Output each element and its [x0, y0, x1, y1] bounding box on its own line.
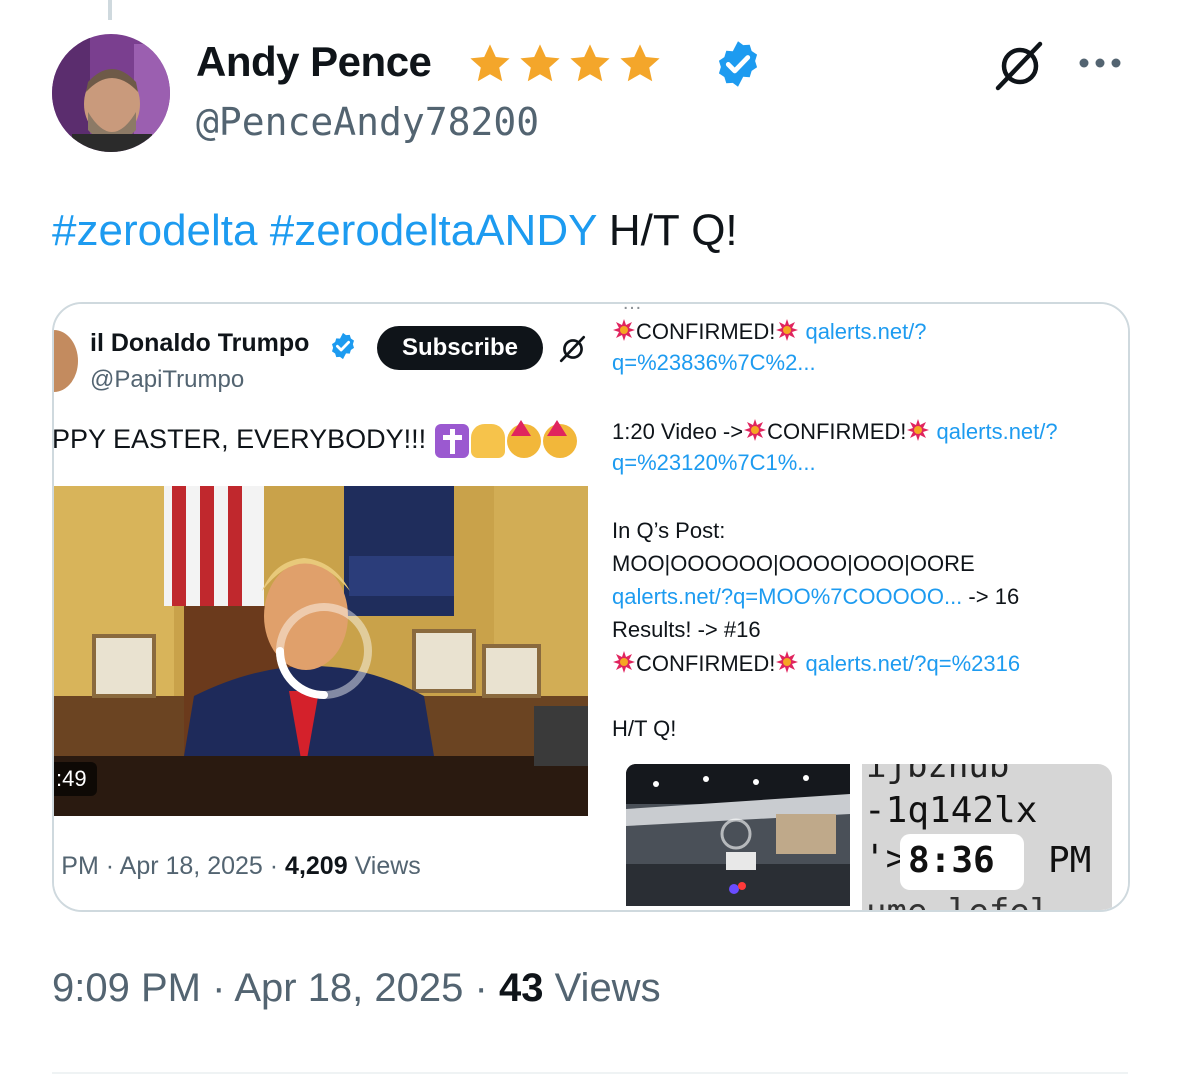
post-text-suffix: H/T Q! [608, 206, 738, 255]
divider [52, 1072, 1128, 1074]
time-period: PM [1048, 840, 1092, 881]
cropped-code-text: -1q142lx [864, 790, 1038, 831]
qalerts-link: q=%23120%7C1%... [612, 450, 816, 475]
embedded-post-meta: ) PM · Apr 18, 2025 · 4,209 Views [54, 852, 421, 881]
embedded-post-text: PPY EASTER, EVERYBODY!!! [54, 424, 427, 454]
search-link-line: qalerts.net/?q=MOO%7COOOOO... -> 16 [612, 584, 1019, 610]
confirmed-text: CONFIRMED! [636, 651, 776, 676]
qalerts-link: q=%23836%7C%2... [612, 350, 816, 375]
views-count[interactable]: 43 [499, 966, 544, 1010]
confirmed-text: CONFIRMED! [767, 419, 907, 444]
ht-line: H/T Q! [612, 716, 677, 741]
hashtag-link[interactable]: #zerodeltaANDY [270, 206, 597, 255]
media-image[interactable]: il Donaldo Trumpo @PapiTrumpo Subscribe … [52, 302, 1130, 912]
embedded-views-count: 4,209 [285, 852, 348, 880]
embedded-display-name: il Donaldo Trumpo [90, 329, 310, 357]
code-line: MOO|OOOOOO|OOOO|OOO|OORE [612, 551, 975, 576]
qalerts-link: qalerts.net/? [936, 419, 1058, 444]
qalerts-link: qalerts.net/?q=%2316 [805, 651, 1021, 676]
grok-icon [559, 335, 586, 363]
embedded-emoji-row [435, 420, 577, 458]
meta-separator: · [474, 966, 488, 1010]
meta-separator: · [212, 966, 226, 1010]
meta-separator: · [269, 852, 279, 880]
post-time[interactable]: 9:09 PM [52, 966, 201, 1010]
timestamp-crop-thumbnail: ijbznub -1q142lx '> 8:36 PM ume lefel [862, 764, 1112, 910]
link-continuation: q=%23120%7C1%... [612, 450, 816, 476]
views-label[interactable]: Views [555, 966, 661, 1010]
avatar-image [52, 34, 170, 152]
cropped-text: … [622, 304, 642, 315]
author-display-name[interactable]: Andy Pence [196, 38, 432, 86]
results-line: Results! -> #16 [612, 617, 761, 642]
star-icon [520, 44, 560, 82]
verified-badge-icon[interactable] [712, 38, 764, 90]
collision-emoji [776, 319, 799, 341]
thread-connector [108, 0, 112, 20]
embedded-views-label: Views [354, 852, 421, 880]
link-continuation: q=%23836%7C%2... [612, 350, 816, 376]
post-intro-line: In Q’s Post: [612, 518, 726, 543]
post-metadata: 9:09 PM · Apr 18, 2025 · 43 Views [52, 966, 661, 1011]
collision-emoji [744, 419, 767, 441]
post-text: #zerodelta #zerodeltaANDY H/T Q! [52, 204, 738, 258]
cropped-code-text: ijbznub [866, 764, 1010, 786]
embedded-subscribe-button: Subscribe [377, 326, 543, 370]
star-icon [570, 44, 610, 82]
collision-emoji [776, 651, 799, 673]
embedded-avatar [54, 330, 78, 392]
highlighted-time: 8:36 [908, 840, 995, 881]
grok-icon[interactable] [992, 38, 1048, 94]
more-options-icon[interactable] [1076, 50, 1124, 76]
hashtag-link[interactable]: #zerodelta [52, 206, 257, 255]
party-face-emoji [507, 420, 541, 458]
author-avatar[interactable] [52, 34, 170, 152]
search-link-suffix: -> 16 [968, 584, 1020, 609]
confirmed-line: CONFIRMED! qalerts.net/? [612, 318, 927, 345]
night-photo [626, 764, 850, 906]
video-prefix: 1:20 Video -> [612, 419, 744, 444]
collision-emoji [613, 319, 635, 341]
embedded-post-date: Apr 18, 2025 [119, 852, 263, 880]
meta-separator: · [105, 852, 115, 880]
night-photo-thumbnail [626, 764, 850, 906]
star-icon [470, 44, 510, 82]
video-frame [54, 486, 588, 816]
confirmed-text: CONFIRMED! [636, 319, 776, 344]
video-line: 1:20 Video -> CONFIRMED! qalerts.net/? [612, 418, 1058, 445]
collision-emoji [907, 419, 930, 441]
party-face-emoji [543, 420, 577, 458]
cropped-code-text: ume lefel [866, 892, 1050, 910]
pray-emoji [471, 424, 505, 458]
qalerts-link: qalerts.net/?q=MOO%7COOOOO... [612, 584, 963, 609]
cross-emoji [435, 424, 469, 458]
post-date[interactable]: Apr 18, 2025 [234, 966, 463, 1010]
media-right-screenshot: … CONFIRMED! qalerts.net/? q=%23836%7C%2… [612, 304, 1128, 910]
video-duration-badge: :49 [54, 762, 97, 796]
embedded-handle: @PapiTrumpo [90, 366, 245, 393]
author-handle[interactable]: @PenceAndy78200 [196, 100, 539, 144]
author-badges [466, 40, 664, 88]
qalerts-link: qalerts.net/? [805, 319, 927, 344]
star-icon [620, 44, 660, 82]
embedded-post-time: ) PM [54, 852, 99, 880]
verified-badge-icon [332, 332, 354, 360]
media-left-screenshot: il Donaldo Trumpo @PapiTrumpo Subscribe … [54, 304, 612, 910]
embedded-video [54, 486, 588, 816]
confirmed-line: CONFIRMED! qalerts.net/?q=%2316 [612, 650, 1020, 677]
collision-emoji [613, 651, 635, 673]
